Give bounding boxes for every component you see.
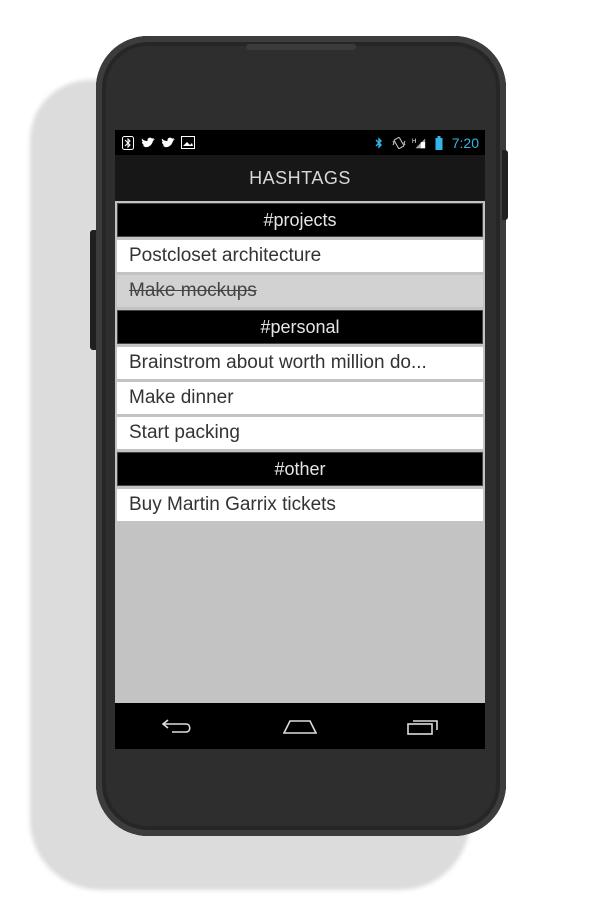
list-item[interactable]: Start packing	[117, 417, 483, 449]
battery-icon	[432, 135, 446, 150]
list-item[interactable]: Brainstrom about worth million do...	[117, 347, 483, 379]
action-bar: HASHTAGS	[115, 155, 485, 201]
list-item[interactable]: Make dinner	[117, 382, 483, 414]
twitter-icon	[161, 136, 175, 150]
home-icon[interactable]	[280, 714, 320, 738]
volume-key	[90, 230, 96, 350]
list-item[interactable]: Postcloset architecture	[117, 240, 483, 272]
bluetooth-icon	[121, 135, 135, 150]
section-header-projects[interactable]: #projects	[117, 203, 483, 237]
page-title: HASHTAGS	[249, 167, 351, 188]
hashtag-list: #projects Postcloset architecture Make m…	[115, 201, 485, 521]
section-header-personal[interactable]: #personal	[117, 310, 483, 344]
earpiece	[246, 44, 356, 50]
power-key	[502, 150, 508, 220]
list-item[interactable]: Buy Martin Garrix tickets	[117, 489, 483, 521]
image-icon	[181, 136, 195, 150]
svg-text:H: H	[412, 138, 416, 145]
clock: 7:20	[451, 134, 479, 151]
twitter-icon	[141, 136, 155, 150]
signal-h-icon: H	[412, 136, 426, 150]
back-icon[interactable]	[157, 714, 197, 738]
navigation-bar	[115, 703, 485, 749]
vibrate-icon	[392, 136, 406, 150]
screen: H 7:20 HASHTAGS #projects Postcloset arc…	[115, 130, 485, 749]
status-bar: H 7:20	[115, 130, 485, 155]
section-header-other[interactable]: #other	[117, 452, 483, 486]
bluetooth-icon	[372, 136, 386, 150]
recents-icon[interactable]	[403, 714, 443, 738]
list-item-done[interactable]: Make mockups	[117, 275, 483, 307]
